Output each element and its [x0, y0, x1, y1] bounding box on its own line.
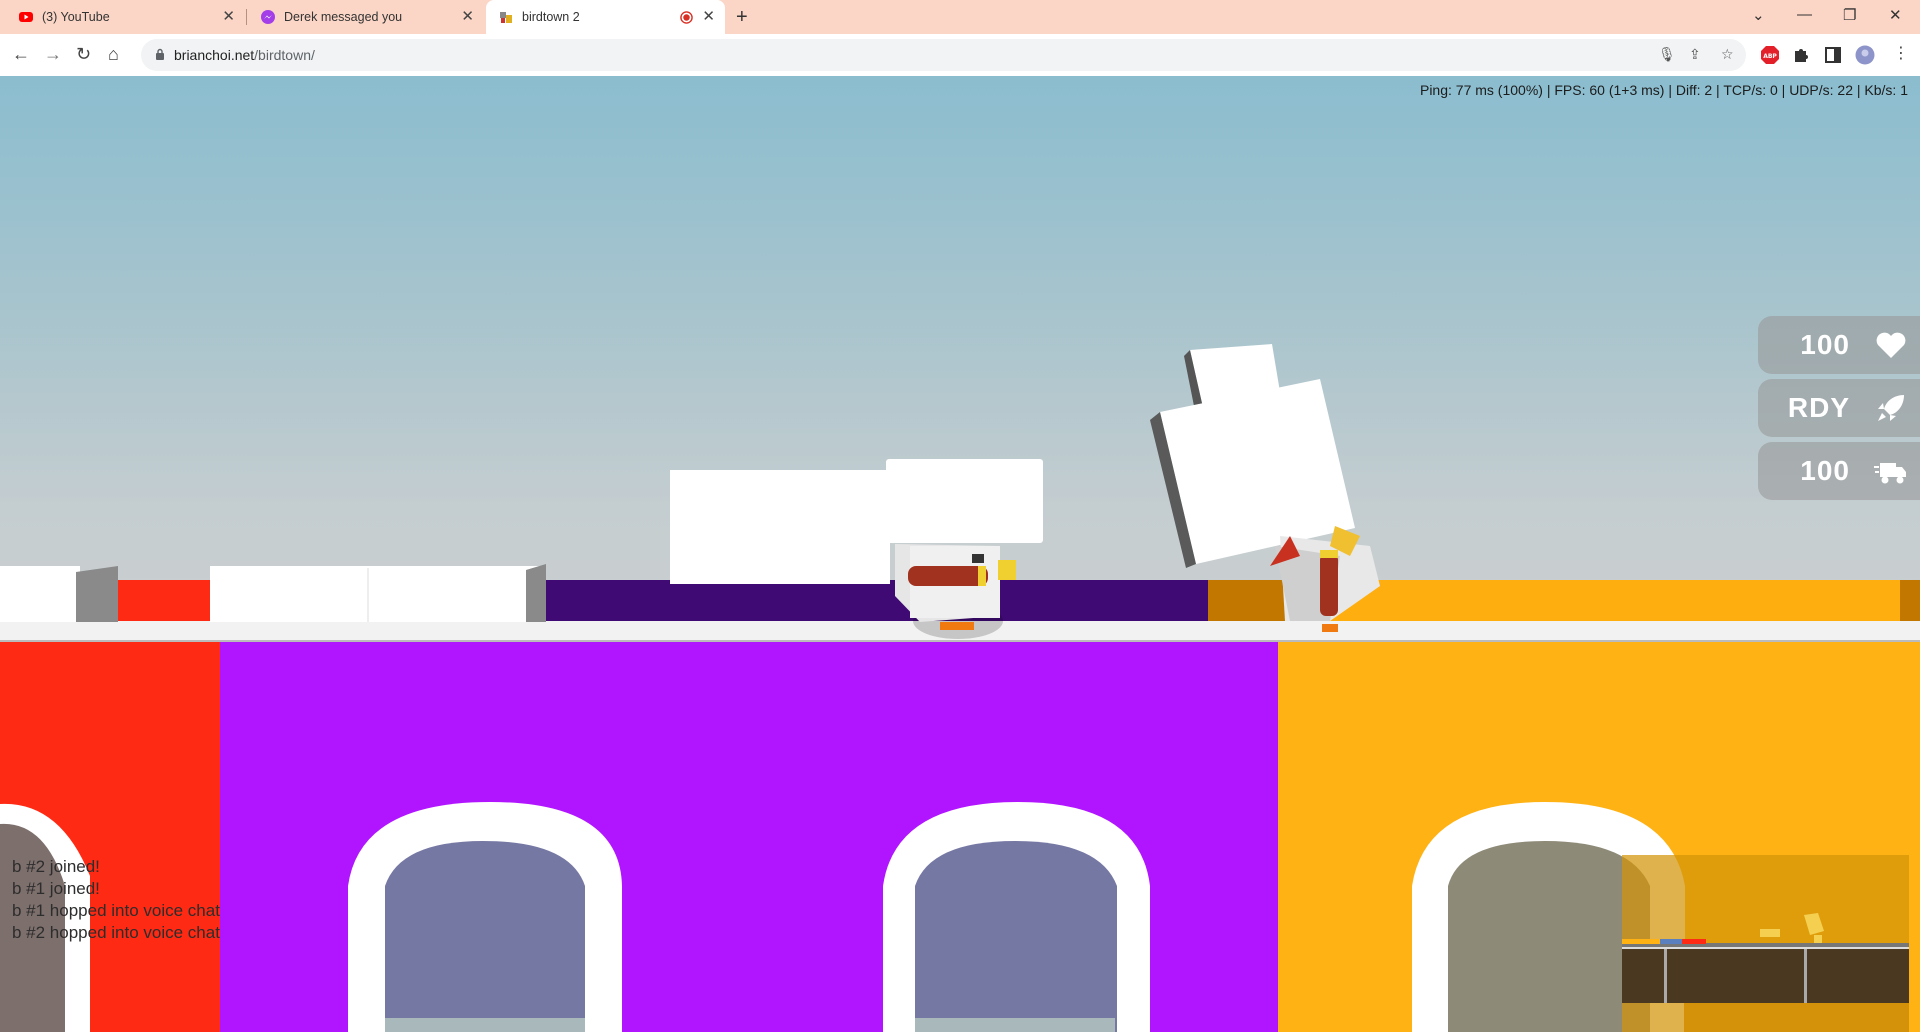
chat-message: b #1 joined! — [12, 879, 100, 898]
new-tab-button[interactable]: + — [736, 6, 748, 29]
hud-dash: 100 — [1758, 442, 1920, 500]
tab-search-icon[interactable]: ⌄ — [1752, 6, 1765, 24]
back-button[interactable]: ← — [12, 43, 30, 65]
tab-messenger[interactable]: Derek messaged you ✕ — [248, 0, 484, 34]
rocket-icon — [1878, 395, 1904, 421]
chat-log: b #2 joined! b #1 joined! b #1 hopped in… — [12, 856, 220, 944]
restore-button[interactable]: ❐ — [1843, 6, 1856, 24]
hud-health: 100 — [1758, 316, 1920, 374]
url-text: brianchoi.net/birdtown/ — [174, 47, 315, 63]
minimap-scene — [1622, 913, 1909, 1032]
menu-dots-icon[interactable]: ⋮ — [1893, 43, 1909, 65]
close-tab-icon[interactable]: ✕ — [461, 9, 474, 25]
hud-rocket: RDY — [1758, 379, 1920, 437]
side-panel-icon[interactable] — [1823, 45, 1843, 65]
forward-button[interactable]: → — [44, 43, 62, 65]
game-viewport[interactable]: Ping: 77 ms (100%) | FPS: 60 (1+3 ms) | … — [0, 76, 1920, 1032]
reload-button[interactable]: ↻ — [76, 43, 91, 65]
tab-title: birdtown 2 — [522, 10, 580, 24]
svg-text:ABP: ABP — [1763, 53, 1777, 60]
tab-title: (3) YouTube — [42, 10, 110, 24]
chat-message: b #1 hopped into voice chat — [12, 901, 220, 920]
chat-message: b #2 joined! — [12, 857, 100, 876]
close-tab-icon[interactable]: ✕ — [702, 9, 715, 25]
extensions-puzzle-icon[interactable] — [1791, 45, 1811, 65]
recording-icon — [680, 11, 693, 24]
profile-avatar[interactable] — [1855, 45, 1875, 65]
youtube-icon — [19, 12, 33, 22]
share-icon[interactable]: ⇪ — [1689, 46, 1701, 63]
tab-birdtown[interactable]: birdtown 2 ✕ — [486, 0, 725, 34]
heart-icon — [1876, 332, 1906, 358]
tab-youtube[interactable]: (3) YouTube ✕ — [0, 0, 245, 34]
messenger-icon — [261, 10, 275, 24]
close-tab-icon[interactable]: ✕ — [222, 9, 235, 25]
lock-icon — [156, 48, 164, 60]
adblock-icon[interactable]: ABP — [1760, 45, 1780, 65]
address-bar[interactable]: brianchoi.net/birdtown/ 🎙 ⇪ ☆ — [141, 39, 1746, 71]
truck-icon — [1874, 463, 1906, 484]
birdtown-icon — [500, 12, 512, 23]
tab-strip: (3) YouTube ✕ Derek messaged you ✕ birdt… — [0, 0, 1920, 34]
tab-title: Derek messaged you — [284, 10, 403, 24]
minimize-button[interactable]: — — [1797, 6, 1812, 23]
close-window-button[interactable]: ✕ — [1889, 6, 1902, 24]
bookmark-star-icon[interactable]: ☆ — [1721, 46, 1734, 63]
microphone-icon[interactable]: 🎙 — [1658, 46, 1676, 63]
home-icon[interactable]: ⌂ — [108, 43, 119, 65]
minimap — [1622, 855, 1909, 1032]
chat-message: b #2 hopped into voice chat — [12, 923, 220, 942]
network-debug-stats: Ping: 77 ms (100%) | FPS: 60 (1+3 ms) | … — [1419, 82, 1908, 98]
browser-toolbar: ← → ↻ ⌂ brianchoi.net/birdtown/ 🎙 ⇪ ☆ AB… — [0, 34, 1920, 76]
